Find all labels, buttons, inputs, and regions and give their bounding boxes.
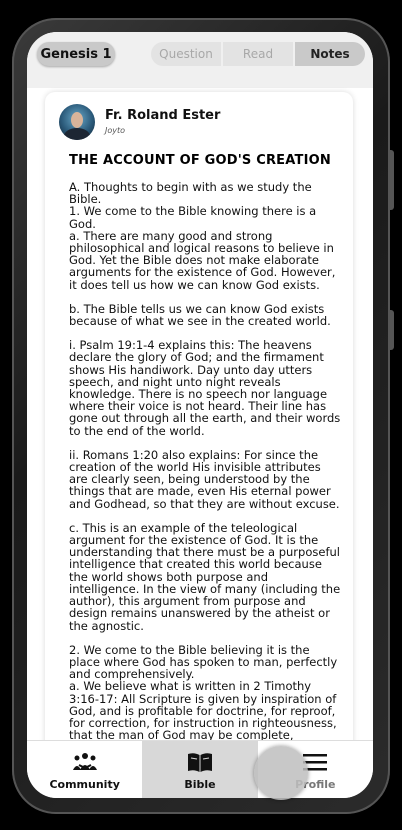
nav-community-label: Community <box>49 777 120 791</box>
book-selector[interactable]: Genesis 1 <box>37 42 115 66</box>
side-button <box>388 310 394 350</box>
author-name[interactable]: Fr. Roland Ester <box>105 108 220 123</box>
note-paragraph: A. Thoughts to begin with as we study th… <box>69 180 336 292</box>
book-icon <box>187 750 213 774</box>
note-card: Fr. Roland Ester Joyto THE ACCOUNT OF GO… <box>45 92 353 752</box>
tab-question[interactable]: Question <box>151 42 223 66</box>
avatar[interactable] <box>59 104 95 140</box>
author-subtitle: Joyto <box>105 126 126 135</box>
note-paragraph: b. The Bible tells us we can know God ex… <box>69 301 331 329</box>
tab-read[interactable]: Read <box>223 42 295 66</box>
nav-community[interactable]: Community <box>27 741 142 798</box>
note-paragraph: ii. Romans 1:20 also explains: For since… <box>69 447 340 511</box>
tab-notes[interactable]: Notes <box>295 42 365 66</box>
touch-indicator <box>254 746 308 800</box>
note-paragraph: 2. We come to the Bible believing it is … <box>69 642 338 743</box>
nav-bible-label: Bible <box>184 777 216 791</box>
app-screen: Genesis 1 Question Read Notes Fr. Roland… <box>27 32 373 798</box>
note-title: THE ACCOUNT OF GOD'S CREATION <box>69 153 331 168</box>
nav-bible[interactable]: Bible <box>142 741 258 798</box>
side-button <box>388 150 394 210</box>
tab-group: Question Read Notes <box>151 42 365 66</box>
note-paragraph: c. This is an example of the teleologica… <box>69 520 341 633</box>
top-bar: Genesis 1 Question Read Notes <box>27 32 373 88</box>
note-body: A. Thoughts to begin with as we study th… <box>69 181 341 752</box>
note-paragraph: i. Psalm 19:1-4 explains this: The heave… <box>69 338 341 438</box>
community-icon <box>72 750 98 774</box>
bottom-nav: Community Bible Profile <box>27 740 373 798</box>
